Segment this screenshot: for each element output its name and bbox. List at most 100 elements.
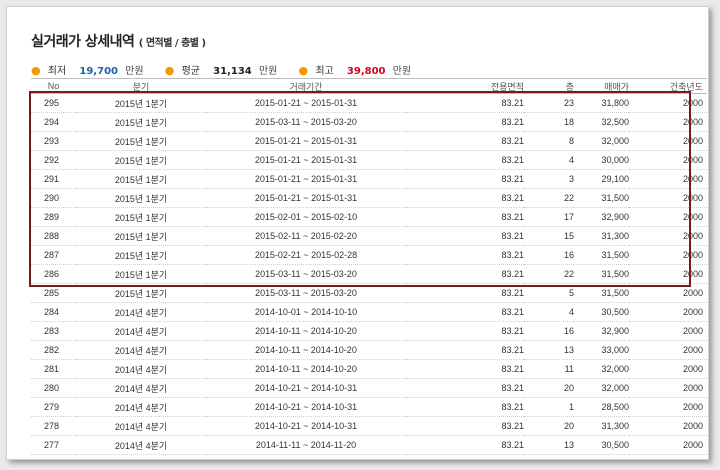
cell-year: 2000 — [629, 302, 707, 322]
cell-period: 2015-02-01 ~ 2015-02-10 — [206, 207, 406, 227]
cell-year: 2000 — [629, 378, 707, 398]
cell-no: 289 — [31, 207, 76, 227]
cell-area: 83.21 — [406, 93, 524, 113]
cell-year: 2000 — [629, 131, 707, 151]
cell-area: 83.21 — [406, 112, 524, 132]
cell-floor: 4 — [524, 302, 574, 322]
cell-quarter: 2015년 1분기 — [76, 264, 206, 284]
table-row: 291 2015년 1분기 2015-01-21 ~ 2015-01-31 83.21… — [31, 169, 707, 189]
table-row: 290 2015년 1분기 2015-01-21 ~ 2015-01-31 83.21… — [31, 188, 707, 208]
content-panel: 실거래가 상세내역 ( 면적별 / 층별 ) ● 최저 19,700 만원 ● … — [6, 6, 709, 460]
cell-price: 31,300 — [574, 226, 629, 246]
cell-year: 2000 — [629, 93, 707, 113]
table-row: 2762014년 4분기2014-10-11 ~ 2014-10-2083.21… — [31, 454, 707, 459]
cell-floor: 22 — [524, 188, 574, 208]
cell-price: 31,800 — [574, 93, 629, 113]
cell-floor: 16 — [524, 245, 574, 265]
cell-floor: 18 — [524, 112, 574, 132]
cell-area: 83.21 — [406, 378, 524, 398]
cell-period: 2015-01-21 ~ 2015-01-31 — [206, 150, 406, 170]
cell-price: 32,000 — [574, 378, 629, 398]
cell-quarter: 2014년 4분기 — [76, 359, 206, 379]
cell-quarter: 2014년 4분기 — [76, 454, 206, 459]
table-row: 288 2015년 1분기 2015-02-11 ~ 2015-02-20 83.21… — [31, 226, 707, 246]
cell-price: 29,100 — [574, 169, 629, 189]
cell-period: 2014-10-21 ~ 2014-10-31 — [206, 416, 406, 436]
cell-year: 2000 — [629, 359, 707, 379]
min-price-unit: 만원 — [125, 66, 144, 77]
cell-year: 2000 — [629, 264, 707, 284]
cell-quarter: 2015년 1분기 — [76, 112, 206, 132]
cell-price: 31,500 — [574, 283, 629, 303]
cell-year: 2000 — [629, 112, 707, 132]
cell-no: 278 — [31, 416, 76, 436]
cell-price: 28,500 — [574, 397, 629, 417]
cell-area: 83.21 — [406, 226, 524, 246]
table-row: 277 2014년 4분기 2014-11-11 ~ 2014-11-20 83.21… — [31, 435, 707, 455]
cell-quarter: 2014년 4분기 — [76, 416, 206, 436]
cell-quarter: 2015년 1분기 — [76, 93, 206, 113]
min-price-value: 19,700 — [79, 66, 118, 77]
cell-no: 288 — [31, 226, 76, 246]
cell-quarter: 2015년 1분기 — [76, 188, 206, 208]
cell-period: 2014-11-11 ~ 2014-11-20 — [206, 435, 406, 455]
cell-quarter: 2015년 1분기 — [76, 245, 206, 265]
header-area: 전용면적 — [406, 78, 524, 94]
cell-year: 2000 — [629, 435, 707, 455]
cell-period: 2015-03-11 ~ 2015-03-20 — [206, 264, 406, 284]
table-row: 286 2015년 1분기 2015-03-11 ~ 2015-03-20 83.21… — [31, 264, 707, 284]
cell-price: 30,000 — [574, 150, 629, 170]
max-price-stat: ● 최고 39,800 만원 — [299, 62, 412, 77]
cell-quarter: 2015년 1분기 — [76, 131, 206, 151]
table-row: 285 2015년 1분기 2015-03-11 ~ 2015-03-20 83.21… — [31, 283, 707, 303]
cell-area: 83.21 — [406, 207, 524, 227]
header-no: No — [31, 78, 76, 94]
header-floor: 층 — [524, 78, 574, 94]
cell-no: 286 — [31, 264, 76, 284]
cell-area: 83.21 — [406, 150, 524, 170]
avg-price-value: 31,134 — [213, 66, 252, 77]
bullet-icon: ● — [164, 64, 175, 77]
cell-area: 83.21 — [406, 131, 524, 151]
table-header-row: No 분기 거래기간 전용면적 층 매매가 건축년도 — [31, 78, 707, 94]
cell-year: 2000 — [629, 416, 707, 436]
cell-floor: 13 — [524, 340, 574, 360]
cell-area: 83.21 — [406, 302, 524, 322]
cell-floor: 15 — [524, 226, 574, 246]
cell-quarter: 2015년 1분기 — [76, 226, 206, 246]
cell-floor: 11 — [524, 359, 574, 379]
cell-no: 290 — [31, 188, 76, 208]
cell-no: 276 — [31, 454, 76, 459]
cell-no: 295 — [31, 93, 76, 113]
bullet-icon: ● — [298, 64, 309, 77]
cell-area: 83.21 — [406, 340, 524, 360]
cell-price: 30,000 — [574, 454, 629, 459]
price-summary: ● 최저 19,700 만원 ● 평균 31,134 만원 ● 최고 39,80… — [31, 62, 429, 77]
cell-floor: 22 — [524, 264, 574, 284]
cell-year: 2000 — [629, 397, 707, 417]
cell-floor: 4 — [524, 150, 574, 170]
cell-price: 30,500 — [574, 302, 629, 322]
cell-floor: 20 — [524, 378, 574, 398]
cell-period: 2015-03-11 ~ 2015-03-20 — [206, 283, 406, 303]
cell-floor: 23 — [524, 93, 574, 113]
cell-quarter: 2015년 1분기 — [76, 283, 206, 303]
cell-no: 277 — [31, 435, 76, 455]
transaction-table: No 분기 거래기간 전용면적 층 매매가 건축년도 295 2015년 1분기 2… — [31, 78, 707, 459]
table-row: 287 2015년 1분기 2015-02-21 ~ 2015-02-28 83.21… — [31, 245, 707, 265]
cell-no: 294 — [31, 112, 76, 132]
cell-period: 2015-02-21 ~ 2015-02-28 — [206, 245, 406, 265]
cell-no: 283 — [31, 321, 76, 341]
cell-price: 31,500 — [574, 245, 629, 265]
header-price: 매매가 — [574, 78, 629, 94]
cell-no: 284 — [31, 302, 76, 322]
cell-quarter: 2015년 1분기 — [76, 150, 206, 170]
table-body: 295 2015년 1분기 2015-01-21 ~ 2015-01-31 83.21… — [31, 93, 707, 459]
min-price-stat: ● 최저 19,700 만원 — [31, 62, 144, 77]
page-title-text: 실거래가 상세내역 — [31, 34, 135, 50]
cell-period: 2014-10-11 ~ 2014-10-20 — [206, 321, 406, 341]
table-row: 294 2015년 1분기 2015-03-11 ~ 2015-03-20 83.21… — [31, 112, 707, 132]
cell-price: 31,500 — [574, 188, 629, 208]
cell-quarter: 2014년 4분기 — [76, 397, 206, 417]
cell-quarter: 2015년 1분기 — [76, 169, 206, 189]
